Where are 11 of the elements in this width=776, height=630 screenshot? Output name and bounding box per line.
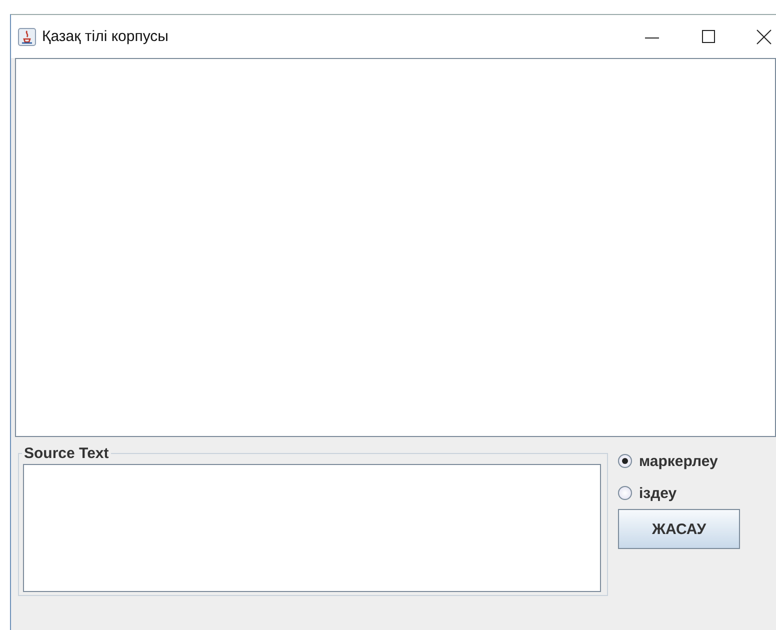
app-icon <box>18 28 36 46</box>
radio-button[interactable] <box>618 454 632 468</box>
window-title: Қазақ тілі корпусы <box>42 28 168 45</box>
source-text-field[interactable] <box>23 464 601 592</box>
create-button[interactable]: ЖАСАУ <box>618 509 740 549</box>
radio-label[interactable]: маркерлеу <box>639 452 718 470</box>
close-icon[interactable] <box>756 28 772 44</box>
panel-title: Source Text <box>23 445 110 462</box>
radio-button[interactable] <box>618 486 632 500</box>
maximize-icon[interactable] <box>700 28 716 44</box>
radio-label[interactable]: іздеу <box>639 484 677 502</box>
